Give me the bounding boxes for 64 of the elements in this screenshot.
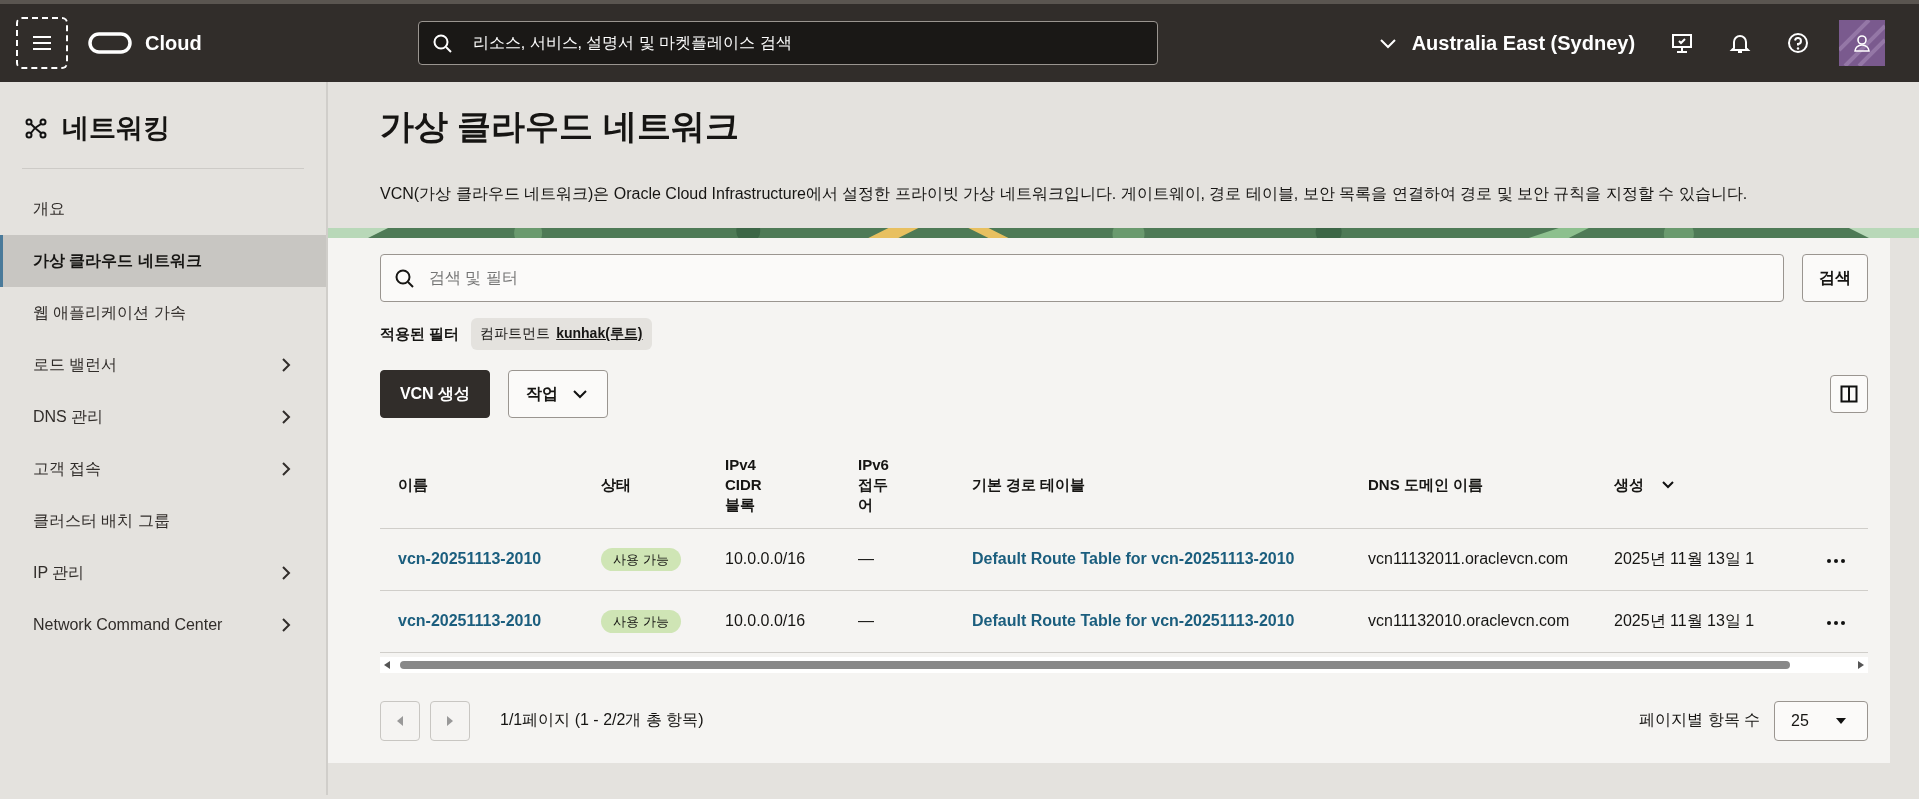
menu-icon (32, 35, 52, 51)
caret-down-icon (1835, 716, 1847, 725)
sidebar-item[interactable]: 가상 클라우드 네트워크 (0, 235, 326, 287)
create-vcn-button[interactable]: VCN 생성 (380, 370, 490, 418)
per-page-label: 페이지별 항목 수 (1639, 710, 1760, 730)
network-icon (24, 116, 48, 140)
more-icon[interactable] (1826, 558, 1846, 564)
column-header[interactable]: 생성 (1614, 474, 1678, 495)
filter-label: 적용된 필터 (380, 324, 460, 344)
bell-icon[interactable] (1729, 32, 1752, 54)
logo-icon (88, 32, 132, 54)
compartment-link[interactable]: kunhak(루트) (556, 325, 643, 343)
sidebar-item[interactable]: 고객 접속 (0, 443, 326, 495)
column-header[interactable]: IPv6 접두어 (858, 454, 894, 515)
sidebar-item[interactable]: 개요 (0, 183, 326, 235)
page-title: 가상 클라우드 네트워크 (380, 106, 740, 147)
search-field[interactable]: 리소스, 서비스, 설명서 및 마켓플레이스 검색 (417, 21, 1158, 65)
avatar-icon[interactable] (1839, 20, 1886, 66)
status-badge: 사용 가능 (601, 609, 681, 633)
per-page-select[interactable]: 25 (1774, 700, 1868, 741)
logo-text: Cloud (145, 31, 202, 55)
monitor-icon[interactable] (1671, 32, 1694, 54)
page-summary: 1/1페이지 (1 - 2/2개 총 항목) (500, 710, 704, 730)
search-field[interactable]: 검색 및 필터 (380, 254, 1784, 302)
column-header[interactable]: 상태 (601, 474, 631, 495)
page-description: VCN(가상 클라우드 네트워크)은 Oracle Cloud Infrastructure에서 설정한 프라이빗 가상 네트워크입니다. 게이트웨이, 경로 테이블, 보안 목록을 연결하여 경로 및 보안 규칙을 지정할 수 있습니다. (380, 184, 1749, 204)
column-header[interactable]: 이름 (398, 474, 428, 495)
caret-left-icon (395, 714, 405, 727)
sidebar-item[interactable]: DNS 관리 (0, 391, 326, 443)
sidebar-item[interactable]: 웹 애플리케이션 가속 (0, 287, 326, 339)
table-cell: 10.0.0.0/16 (725, 612, 806, 629)
table-cell: vcn11132011.oraclevcn.com (1368, 550, 1569, 567)
sidebar-item[interactable]: 로드 밸런서 (0, 339, 326, 391)
search-button[interactable]: 검색 (1802, 254, 1868, 302)
sidebar-item[interactable]: 클러스터 배치 그룹 (0, 495, 326, 547)
table-cell-text: 2025년 11월 13일 1 (1614, 610, 1755, 631)
search-icon (431, 33, 452, 53)
table-cell: 10.0.0.0/16 (725, 550, 806, 567)
route-table-link[interactable]: Default Route Table for vcn-20251113-2010 (972, 550, 1295, 567)
columns-icon (1840, 385, 1858, 403)
menu-button[interactable] (16, 17, 68, 69)
sidebar-item[interactable]: Network Command Center (0, 599, 326, 651)
actions-button[interactable]: 작업 (508, 370, 608, 418)
sidebar-item[interactable]: IP 관리 (0, 547, 326, 599)
table-cell: — (858, 612, 874, 629)
column-header[interactable]: DNS 도메인 이름 (1368, 474, 1483, 495)
search-icon (394, 268, 414, 288)
sidebar-title: 네트워킹 (62, 112, 170, 145)
column-header[interactable]: IPv4 CIDR 블록 (725, 454, 791, 515)
vcn-name-link[interactable]: vcn-20251113-2010 (398, 550, 542, 567)
help-icon[interactable] (1787, 32, 1810, 54)
horizontal-scrollbar[interactable] (380, 656, 1868, 673)
vcn-name-link[interactable]: vcn-20251113-2010 (398, 612, 542, 629)
table-cell-text: 2025년 11월 13일 1 (1614, 548, 1755, 569)
region-selector[interactable]: Australia East (Sydney) (1377, 31, 1636, 55)
more-icon[interactable] (1826, 620, 1846, 626)
route-table-link[interactable]: Default Route Table for vcn-20251113-2010 (972, 612, 1295, 629)
columns-button[interactable] (1830, 375, 1868, 413)
table-cell: — (858, 550, 874, 567)
table-cell: vcn11132010.oraclevcn.com (1368, 612, 1570, 629)
chip-label: 컴파트먼트 (480, 325, 551, 343)
status-badge: 사용 가능 (601, 547, 681, 571)
column-header[interactable]: 기본 경로 테이블 (972, 474, 1086, 495)
caret-right-icon (445, 714, 455, 727)
